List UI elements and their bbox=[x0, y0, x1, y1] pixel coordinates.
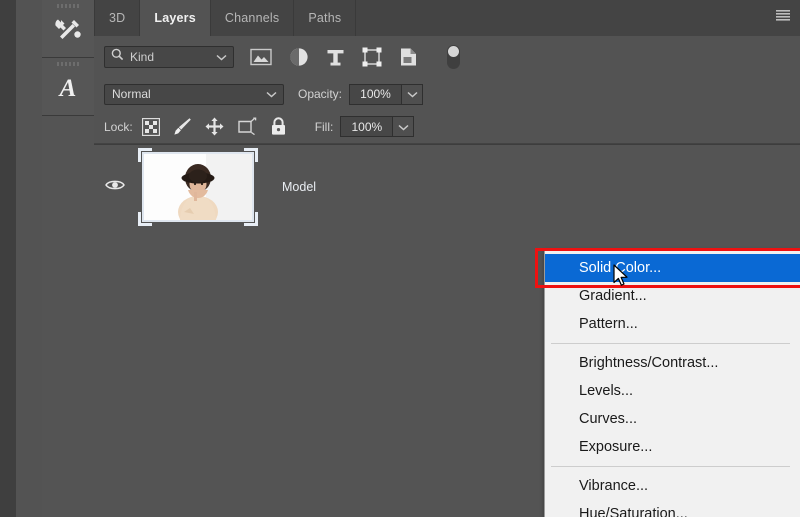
tab-label: 3D bbox=[109, 11, 126, 25]
menu-item-solid-color[interactable]: Solid Color... bbox=[545, 254, 800, 282]
avatar bbox=[142, 152, 254, 222]
menu-item-levels[interactable]: Levels... bbox=[545, 377, 800, 405]
menu-item-brightness-contrast[interactable]: Brightness/Contrast... bbox=[545, 349, 800, 377]
opacity-dropdown-button[interactable] bbox=[401, 83, 424, 105]
search-icon bbox=[111, 48, 124, 66]
lock-buttons bbox=[141, 117, 287, 136]
panel-drag-grip[interactable] bbox=[57, 4, 79, 8]
menu-item-hue-saturation[interactable]: Hue/Saturation... bbox=[545, 500, 800, 517]
filter-kind-select[interactable]: Kind bbox=[104, 46, 234, 68]
opacity-input[interactable]: 100% bbox=[349, 83, 402, 105]
menu-item-label: Gradient... bbox=[579, 288, 647, 304]
menu-item-label: Exposure... bbox=[579, 439, 653, 455]
opacity-label: Opacity: bbox=[298, 87, 343, 101]
menu-item-label: Curves... bbox=[579, 411, 638, 427]
sidebar-item-glyphs-panel[interactable]: A bbox=[42, 58, 94, 116]
lock-bar: Lock: Fill: 100% bbox=[94, 110, 800, 144]
tab-3d[interactable]: 3D bbox=[94, 0, 141, 36]
hamburger-menu-icon bbox=[775, 9, 791, 27]
window-left-gutter bbox=[16, 0, 42, 517]
checkerboard-icon[interactable] bbox=[141, 117, 160, 136]
menu-item-label: Vibrance... bbox=[579, 478, 649, 494]
chevron-down-icon bbox=[398, 118, 409, 136]
tab-label: Paths bbox=[308, 11, 342, 25]
artboard-icon[interactable] bbox=[237, 117, 257, 136]
image-icon[interactable] bbox=[250, 48, 272, 66]
panel-menu-button[interactable] bbox=[766, 0, 800, 36]
menu-item-label: Pattern... bbox=[579, 316, 638, 332]
rail-empty-area bbox=[42, 116, 94, 517]
menu-item-label: Solid Color... bbox=[579, 260, 662, 276]
filter-enable-toggle[interactable] bbox=[447, 45, 460, 69]
tab-label: Layers bbox=[154, 11, 196, 25]
thumbnail-corner-marker bbox=[138, 148, 152, 162]
glyphs-letter-a-icon: A bbox=[53, 72, 83, 102]
panel-drag-grip[interactable] bbox=[57, 62, 79, 66]
menu-item-pattern[interactable]: Pattern... bbox=[545, 310, 800, 338]
table-row[interactable]: Model bbox=[94, 145, 800, 229]
layer-name-label[interactable]: Model bbox=[282, 180, 316, 194]
brush-icon[interactable] bbox=[173, 117, 192, 136]
blend-mode-value: Normal bbox=[112, 87, 151, 101]
menu-separator bbox=[551, 343, 790, 344]
fill-input[interactable]: 100% bbox=[340, 116, 393, 137]
tab-paths[interactable]: Paths bbox=[294, 0, 357, 36]
new-fill-adjustment-layer-menu: Solid Color... Gradient... Pattern... Br… bbox=[544, 250, 800, 517]
layer-visibility-toggle[interactable] bbox=[94, 178, 136, 197]
eye-icon bbox=[105, 178, 125, 197]
menu-item-exposure[interactable]: Exposure... bbox=[545, 433, 800, 461]
move-arrows-icon[interactable] bbox=[205, 117, 224, 136]
fill-label: Fill: bbox=[314, 119, 334, 134]
menu-item-label: Hue/Saturation... bbox=[579, 506, 688, 517]
toggle-knob bbox=[448, 46, 459, 57]
chevron-down-icon bbox=[407, 85, 418, 103]
svg-text:A: A bbox=[58, 75, 77, 102]
panel-tabbar: 3D Layers Channels Paths bbox=[94, 0, 800, 36]
menu-separator bbox=[551, 466, 790, 467]
blend-mode-select[interactable]: Normal bbox=[104, 83, 284, 105]
photoshop-window: A 3D Layers Channels Paths Kind Normal O… bbox=[0, 0, 800, 517]
layer-thumbnail[interactable] bbox=[136, 148, 260, 226]
menu-item-vibrance[interactable]: Vibrance... bbox=[545, 472, 800, 500]
tab-channels[interactable]: Channels bbox=[210, 0, 295, 36]
menu-item-label: Brightness/Contrast... bbox=[579, 355, 719, 371]
thumbnail-corner-marker bbox=[244, 148, 258, 162]
layer-filter-bar: Kind bbox=[94, 36, 800, 78]
tab-layers[interactable]: Layers bbox=[140, 0, 211, 36]
sidebar-item-tools-panel[interactable] bbox=[42, 0, 94, 58]
fill-dropdown-button[interactable] bbox=[392, 116, 415, 137]
lock-label: Lock: bbox=[104, 119, 133, 134]
text-t-icon[interactable] bbox=[326, 48, 345, 67]
tools-wrench-screwdriver-icon bbox=[53, 15, 83, 43]
chevron-down-icon[interactable] bbox=[216, 48, 227, 66]
tab-label: Channels bbox=[224, 11, 280, 25]
tabbar-empty-space bbox=[356, 0, 766, 36]
filter-type-buttons bbox=[250, 45, 460, 69]
menu-item-gradient[interactable]: Gradient... bbox=[545, 282, 800, 310]
window-left-edge bbox=[0, 0, 16, 517]
chevron-down-icon[interactable] bbox=[266, 85, 277, 103]
thumbnail-corner-marker bbox=[244, 212, 258, 226]
shape-frame-icon[interactable] bbox=[362, 47, 382, 67]
adjustment-half-circle-icon[interactable] bbox=[289, 47, 309, 67]
filter-kind-value: Kind bbox=[130, 50, 155, 64]
thumbnail-corner-marker bbox=[138, 212, 152, 226]
blend-mode-bar: Normal Opacity: 100% bbox=[94, 78, 800, 110]
menu-item-curves[interactable]: Curves... bbox=[545, 405, 800, 433]
padlock-icon[interactable] bbox=[270, 117, 287, 136]
smart-object-page-icon[interactable] bbox=[399, 47, 418, 67]
collapsed-panel-rail: A bbox=[42, 0, 94, 517]
menu-item-label: Levels... bbox=[579, 383, 633, 399]
